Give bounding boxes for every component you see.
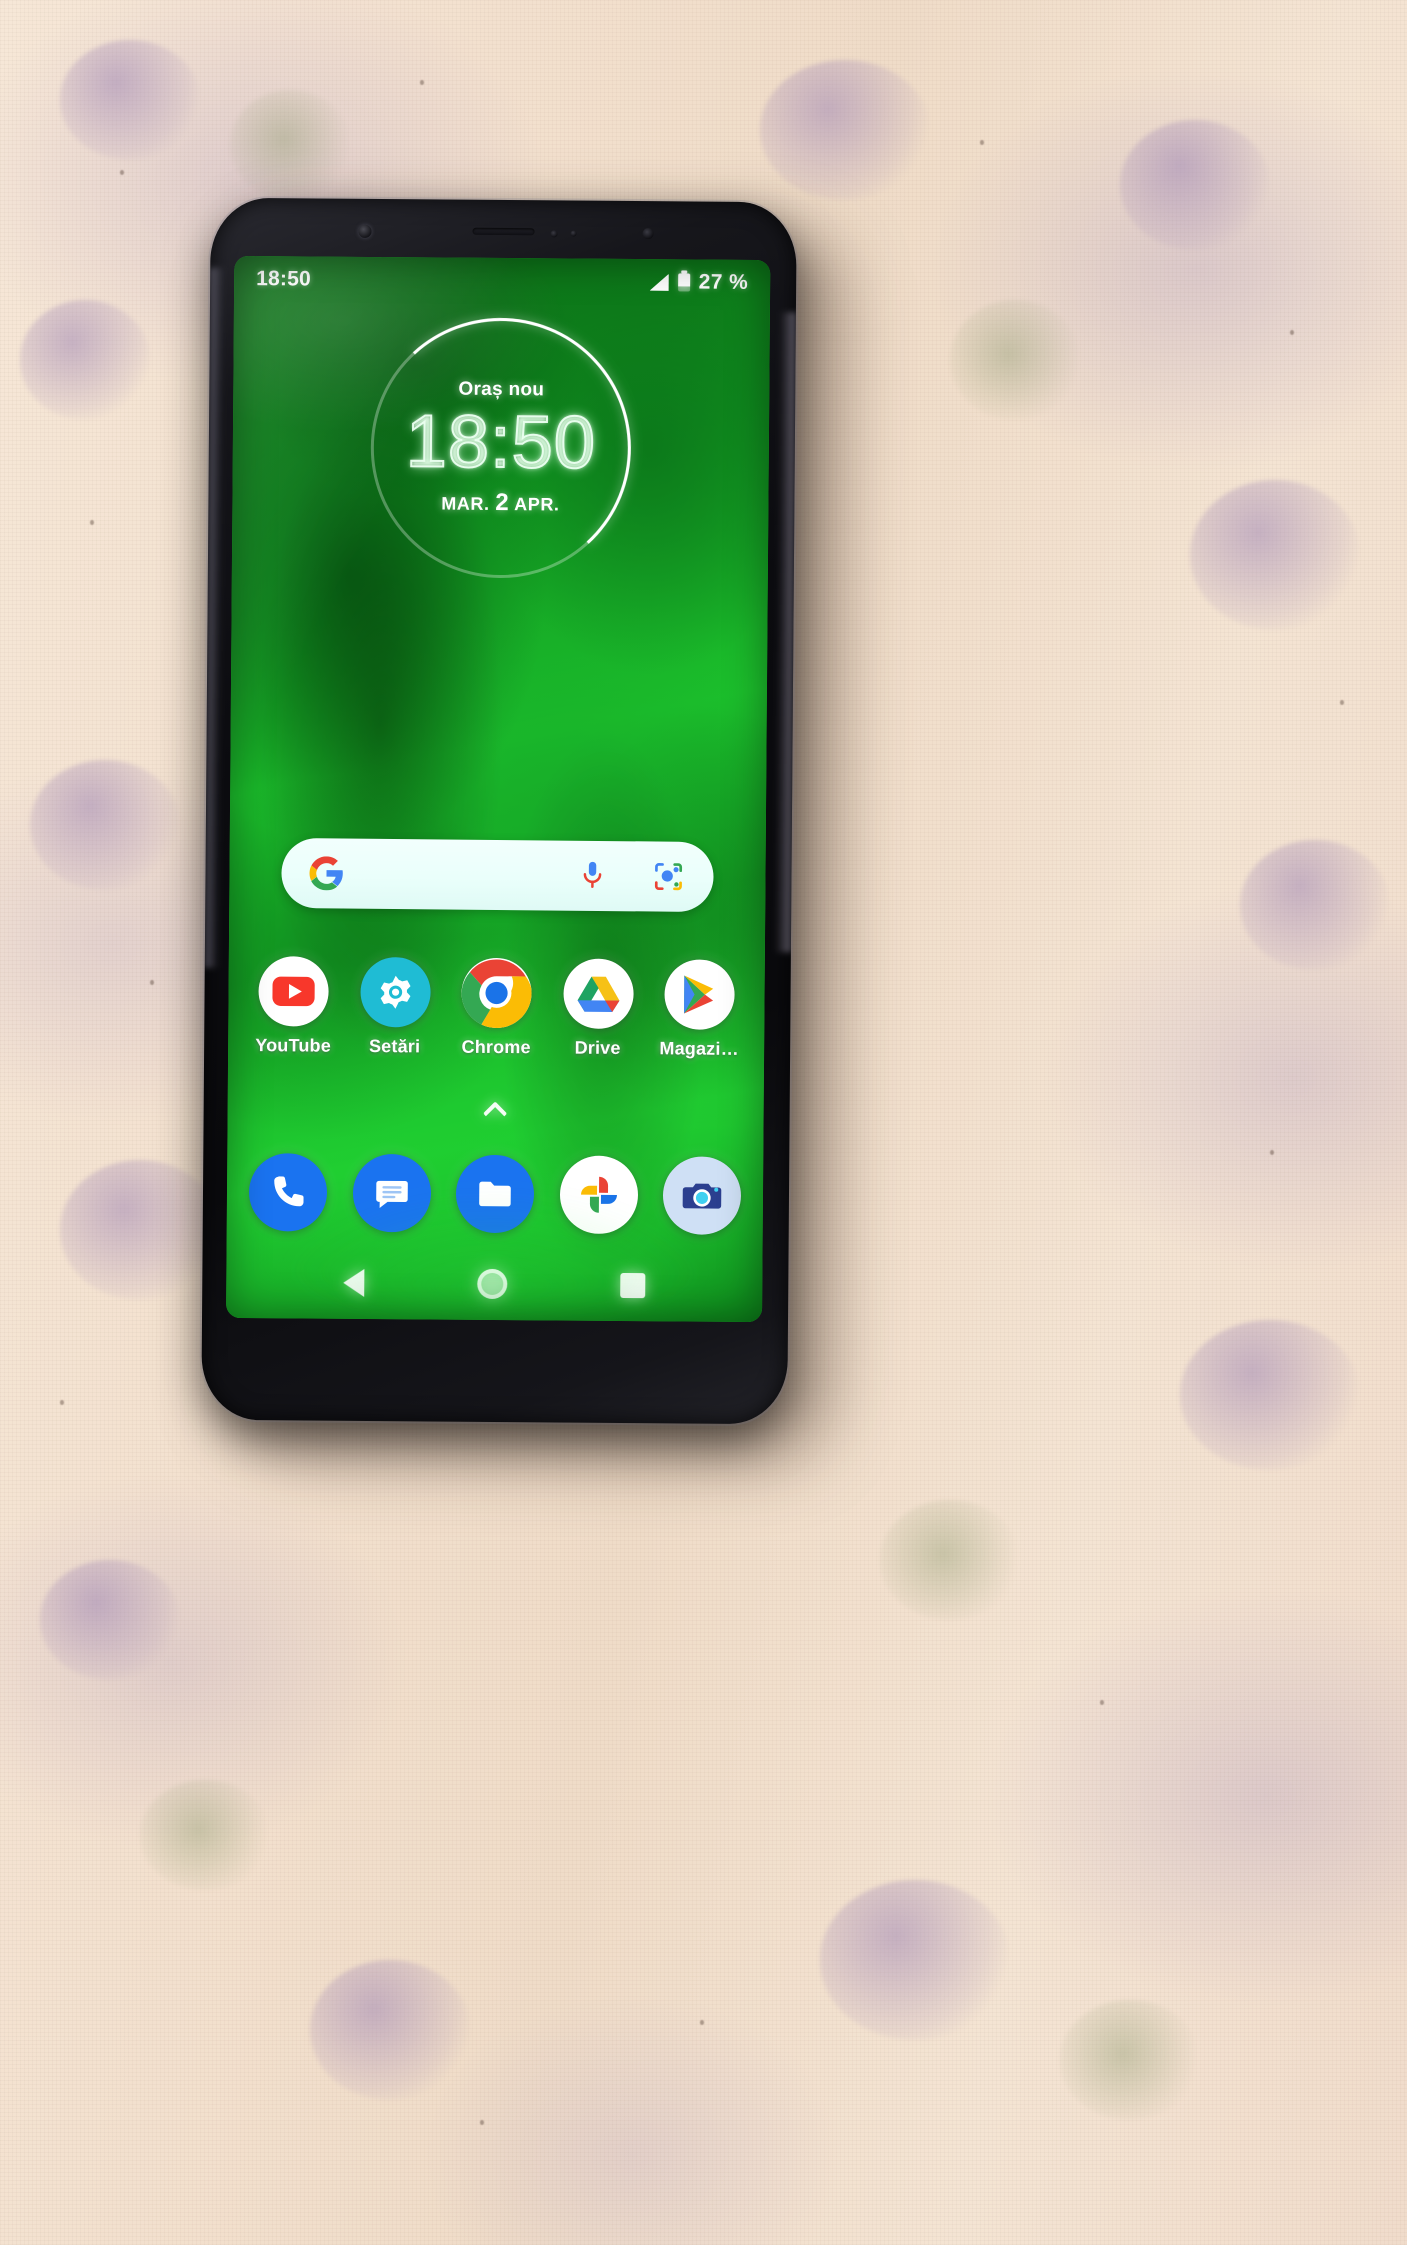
app-play-store[interactable]: Magazi…: [656, 959, 743, 1060]
proximity-sensor-icon: [550, 230, 558, 238]
google-search-bar[interactable]: [281, 837, 714, 913]
clock-time: 18:50: [404, 398, 597, 484]
app-grid-row: YouTube Setări Chrome Drive Magazi…: [250, 956, 743, 1060]
app-label: YouTube: [255, 1035, 332, 1056]
light-sensor-icon: [570, 230, 577, 237]
app-youtube[interactable]: YouTube: [250, 956, 337, 1057]
app-drive[interactable]: Drive: [555, 958, 642, 1059]
clock-city-label: Oraș nou: [458, 378, 545, 401]
clock-date: MAR. 2 APR.: [441, 489, 560, 518]
back-triangle-icon[interactable]: [342, 1268, 365, 1297]
leaf-motif: [1060, 2000, 1200, 2120]
status-bar-clock: 18:50: [256, 267, 311, 291]
chrome-icon[interactable]: [461, 957, 532, 1029]
app-label: Magazi…: [659, 1038, 739, 1059]
chevron-up-icon[interactable]: [483, 1101, 509, 1117]
photograph-of-phone: 18:50 27 % Oraș nou 18:50 MAR. 2 APR. Yo…: [0, 0, 1407, 2245]
files-folder-icon[interactable]: [455, 1154, 535, 1234]
google-photos-icon[interactable]: [559, 1155, 638, 1235]
play-store-icon[interactable]: [664, 959, 735, 1030]
phone-icon[interactable]: [248, 1153, 328, 1232]
leaf-motif: [950, 300, 1080, 420]
battery-icon: [677, 273, 690, 292]
led-indicator-icon: [642, 228, 654, 240]
navigation-bar: [226, 1246, 763, 1322]
youtube-icon[interactable]: [258, 956, 329, 1027]
status-bar: 18:50 27 %: [234, 256, 770, 306]
google-lens-icon[interactable]: [651, 859, 685, 893]
app-label: Chrome: [461, 1036, 531, 1058]
clock-month: APR.: [514, 494, 560, 515]
leaf-motif: [140, 1780, 270, 1890]
search-input[interactable]: [344, 874, 580, 876]
status-bar-indicators: 27 %: [650, 270, 749, 295]
google-g-icon: [309, 856, 343, 891]
signal-bars-icon: [650, 274, 669, 291]
home-circle-icon[interactable]: [477, 1268, 508, 1300]
clock-time-text: 18:50: [404, 398, 597, 484]
dock: [248, 1153, 742, 1235]
settings-gear-icon[interactable]: [359, 956, 431, 1028]
app-chrome[interactable]: Chrome: [453, 957, 540, 1059]
app-settings[interactable]: Setări: [352, 956, 439, 1058]
phone-screen[interactable]: 18:50 27 % Oraș nou 18:50 MAR. 2 APR. Yo…: [226, 255, 771, 1323]
clock-widget[interactable]: Oraș nou 18:50 MAR. 2 APR.: [365, 312, 637, 584]
app-label: Drive: [574, 1037, 621, 1058]
front-camera-icon: [358, 224, 372, 238]
clock-weekday: MAR.: [441, 493, 490, 514]
app-label: Setări: [368, 1035, 421, 1057]
earpiece-speaker: [472, 227, 535, 236]
microphone-icon[interactable]: [579, 859, 605, 893]
messages-icon[interactable]: [352, 1153, 431, 1233]
recents-square-icon[interactable]: [620, 1272, 646, 1298]
battery-percentage: 27 %: [698, 270, 749, 294]
clock-day-number: 2: [495, 488, 510, 517]
phone-device: 18:50 27 % Oraș nou 18:50 MAR. 2 APR. Yo…: [201, 197, 797, 1425]
camera-icon[interactable]: [662, 1156, 742, 1235]
leaf-motif: [880, 1500, 1020, 1620]
leaf-motif: [230, 90, 350, 200]
google-drive-icon[interactable]: [562, 958, 634, 1030]
